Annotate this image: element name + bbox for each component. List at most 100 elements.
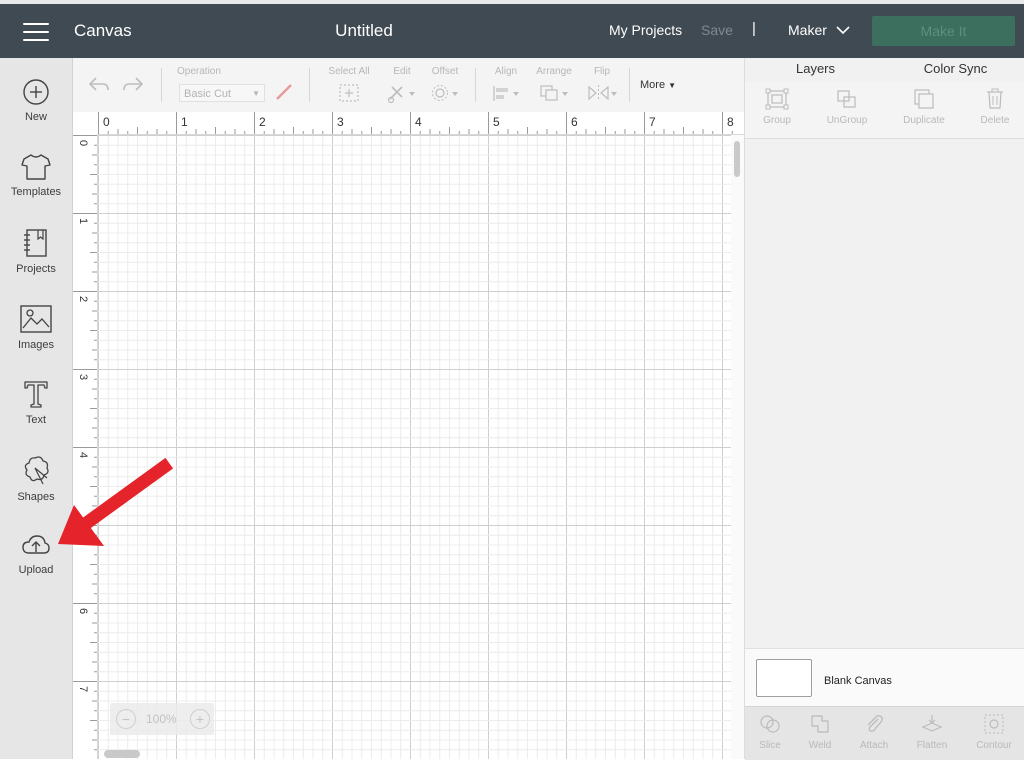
app-header: Canvas Untitled My Projects Save | Maker…: [0, 4, 1024, 58]
delete-label: Delete: [980, 115, 1010, 126]
ruler-left: 0 1 2 3 4 5 6 7: [73, 134, 98, 759]
group-label: Group: [763, 115, 791, 126]
flip-button[interactable]: Flip: [585, 66, 619, 103]
slice-icon: [760, 715, 780, 733]
my-projects-link[interactable]: My Projects: [609, 22, 682, 38]
machine-selector[interactable]: Maker: [788, 22, 827, 38]
ruler-top-label: 6: [571, 115, 578, 129]
attach-button[interactable]: Attach: [856, 713, 892, 751]
redo-icon[interactable]: [121, 74, 145, 94]
zoom-level: 100%: [146, 712, 177, 726]
save-button[interactable]: Save: [701, 22, 733, 38]
new-label: New: [24, 111, 47, 123]
ungroup-button[interactable]: UnGroup: [823, 88, 871, 126]
ruler-top-label: 4: [415, 115, 422, 129]
make-it-button[interactable]: Make It: [872, 16, 1015, 46]
ruler-left-label: 5: [77, 530, 89, 536]
tab-color-sync[interactable]: Color Sync: [886, 58, 1024, 82]
linetype-color-icon[interactable]: [274, 82, 294, 102]
weld-button[interactable]: Weld: [805, 713, 835, 751]
text-label: Text: [25, 414, 47, 426]
duplicate-icon: [914, 89, 934, 109]
arrange-button[interactable]: Arrange: [533, 66, 575, 103]
delete-button[interactable]: Delete: [977, 88, 1013, 126]
ruler-left-label: 6: [77, 608, 89, 614]
more-button[interactable]: More ▼: [640, 79, 676, 91]
notebook-icon: [24, 229, 47, 257]
weld-label: Weld: [808, 740, 832, 751]
projects-button[interactable]: Projects: [0, 228, 72, 275]
operation-select[interactable]: Basic Cut ▼: [179, 84, 265, 102]
select-all-label: Select All: [328, 66, 370, 77]
contour-icon: [984, 714, 1004, 734]
upload-label: Upload: [18, 564, 54, 576]
zoom-in-button[interactable]: +: [190, 709, 210, 729]
ruler-top: 0 1 2 3 4 5 6 7 8: [97, 112, 744, 135]
ruler-top-label: 5: [493, 115, 500, 129]
align-icon: [493, 86, 519, 101]
blank-canvas-swatch[interactable]: [756, 659, 812, 697]
header-separator: |: [752, 20, 756, 37]
left-toolbar: New Templates Projects Images Text Shape…: [0, 58, 73, 759]
blank-canvas-layer[interactable]: Blank Canvas: [745, 648, 1024, 707]
image-icon: [20, 305, 52, 333]
ruler-top-label: 8: [727, 115, 734, 129]
toolbar-divider: [629, 68, 630, 102]
vertical-scroll-thumb[interactable]: [734, 141, 740, 177]
undo-icon[interactable]: [87, 74, 111, 94]
ruler-top-label: 1: [181, 115, 188, 129]
images-button[interactable]: Images: [0, 304, 72, 351]
ruler-left-label: 7: [77, 686, 89, 692]
edit-scissors-icon: [387, 86, 415, 103]
select-all-button[interactable]: Select All: [325, 66, 373, 103]
toolbar-divider: [161, 68, 162, 102]
text-button[interactable]: Text: [0, 379, 72, 426]
duplicate-button[interactable]: Duplicate: [899, 88, 949, 126]
horizontal-scroll-thumb[interactable]: [104, 750, 140, 758]
ruler-top-label: 7: [649, 115, 656, 129]
toolbar-divider: [475, 68, 476, 102]
edit-button[interactable]: Edit: [385, 66, 419, 103]
group-icon: [765, 88, 789, 110]
layers-toolbar: Group UnGroup Duplicate Delete: [745, 82, 1024, 139]
templates-button[interactable]: Templates: [0, 153, 72, 198]
operation-label: Operation: [177, 66, 221, 77]
design-canvas[interactable]: [98, 135, 731, 759]
shapes-icon: [24, 456, 49, 485]
offset-button[interactable]: Offset: [427, 66, 463, 103]
flip-label: Flip: [593, 66, 611, 77]
offset-icon: [432, 85, 458, 101]
ruler-left-label: 3: [77, 374, 89, 380]
ruler-left-label: 0: [77, 140, 89, 146]
shapes-button[interactable]: Shapes: [0, 454, 72, 503]
toolbar-divider: [309, 68, 310, 102]
zoom-out-button[interactable]: −: [116, 709, 136, 729]
flatten-icon: [921, 715, 943, 732]
slice-label: Slice: [759, 740, 781, 751]
group-button[interactable]: Group: [759, 88, 795, 126]
select-all-icon: [339, 84, 359, 102]
operation-value: Basic Cut: [184, 88, 232, 100]
chevron-down-icon[interactable]: [836, 25, 850, 35]
attach-label: Attach: [859, 740, 889, 751]
contour-button[interactable]: Contour: [971, 713, 1017, 751]
ruler-top-label: 0: [103, 115, 110, 129]
templates-label: Templates: [10, 186, 62, 198]
offset-label: Offset: [431, 66, 459, 77]
projects-label: Projects: [16, 263, 56, 275]
ruler-left-label: 1: [77, 218, 89, 224]
tab-layers[interactable]: Layers: [745, 58, 886, 84]
arrange-label: Arrange: [536, 66, 572, 77]
new-button[interactable]: New: [0, 78, 72, 123]
tshirt-icon: [21, 154, 51, 180]
flatten-button[interactable]: Flatten: [912, 713, 952, 751]
ruler-top-label: 3: [337, 115, 344, 129]
layers-list: [745, 139, 1024, 704]
layer-actions-toolbar: Slice Weld Attach Flatten Contour: [745, 706, 1024, 760]
slice-button[interactable]: Slice: [755, 713, 785, 751]
vertical-scrollbar[interactable]: [731, 135, 744, 759]
upload-button[interactable]: Upload: [0, 533, 72, 576]
align-button[interactable]: Align: [489, 66, 523, 103]
ruler-left-label: 4: [77, 452, 89, 458]
ungroup-label: UnGroup: [826, 115, 868, 126]
